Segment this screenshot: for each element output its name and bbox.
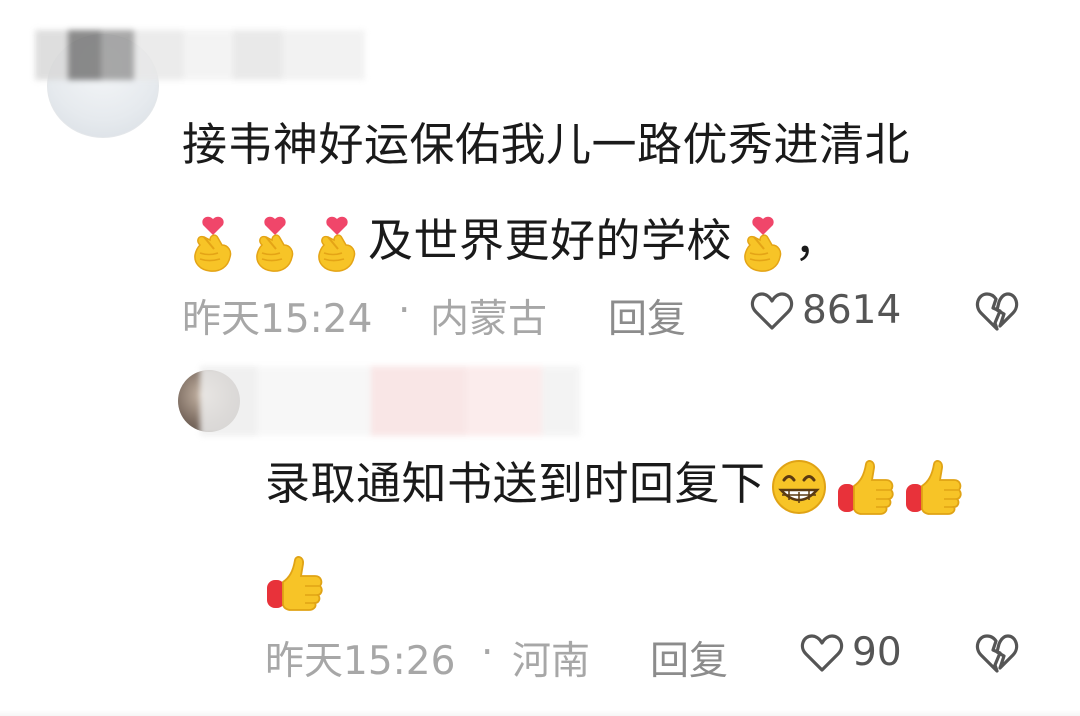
- meta-separator: ·: [481, 630, 494, 675]
- username-blurred[interactable]: [35, 30, 365, 80]
- heart-outline-icon: [800, 633, 844, 673]
- finger-heart-emoji: [186, 215, 240, 273]
- like-button[interactable]: 8614: [750, 288, 901, 333]
- comment-meta: 昨天15:24 · 内蒙古 回复 8614: [0, 280, 1080, 342]
- thumbs-up-emoji: [265, 554, 325, 612]
- location: 河南: [512, 639, 591, 684]
- thumbs-up-emoji: [904, 458, 964, 516]
- reply-button[interactable]: 回复: [608, 288, 686, 344]
- comment-line: [265, 532, 968, 628]
- timestamp: 昨天15:24: [182, 297, 373, 342]
- meta-separator: ·: [398, 288, 411, 333]
- comment-text: 接韦神好运保佑我儿一路优秀进清北 及世界更好的学校 ，: [182, 97, 910, 289]
- comment-line: 录取通知书送到时回复下: [265, 436, 968, 532]
- thumbs-up-emoji: [836, 458, 896, 516]
- comment-text: 录取通知书送到时回复下: [265, 436, 968, 628]
- like-count: 8614: [802, 288, 902, 333]
- comment-line: 及世界更好的学校 ，: [182, 193, 910, 289]
- timestamp: 昨天15:26: [265, 639, 456, 684]
- finger-heart-emoji: [736, 215, 790, 273]
- grinning-face-emoji: [770, 458, 828, 516]
- like-button[interactable]: 90: [800, 630, 902, 675]
- trailing-punct: ，: [794, 214, 840, 267]
- reply-button[interactable]: 回复: [650, 630, 728, 686]
- comment-line: 接韦神好运保佑我儿一路优秀进清北: [182, 118, 911, 171]
- like-count: 90: [852, 630, 902, 675]
- location: 内蒙古: [430, 297, 548, 342]
- broken-heart-icon[interactable]: [975, 290, 1019, 332]
- finger-heart-emoji: [248, 215, 302, 273]
- username-blurred[interactable]: [200, 366, 580, 436]
- comment-meta: 昨天15:26 · 河南 回复 90: [0, 622, 1080, 684]
- finger-heart-emoji: [310, 215, 364, 273]
- heart-outline-icon: [750, 291, 794, 331]
- broken-heart-icon[interactable]: [975, 632, 1019, 674]
- comment-line-text: 录取通知书送到时回复下: [265, 457, 766, 510]
- bottom-edge: [0, 710, 1080, 716]
- comment-line-text: 及世界更好的学校: [368, 214, 733, 267]
